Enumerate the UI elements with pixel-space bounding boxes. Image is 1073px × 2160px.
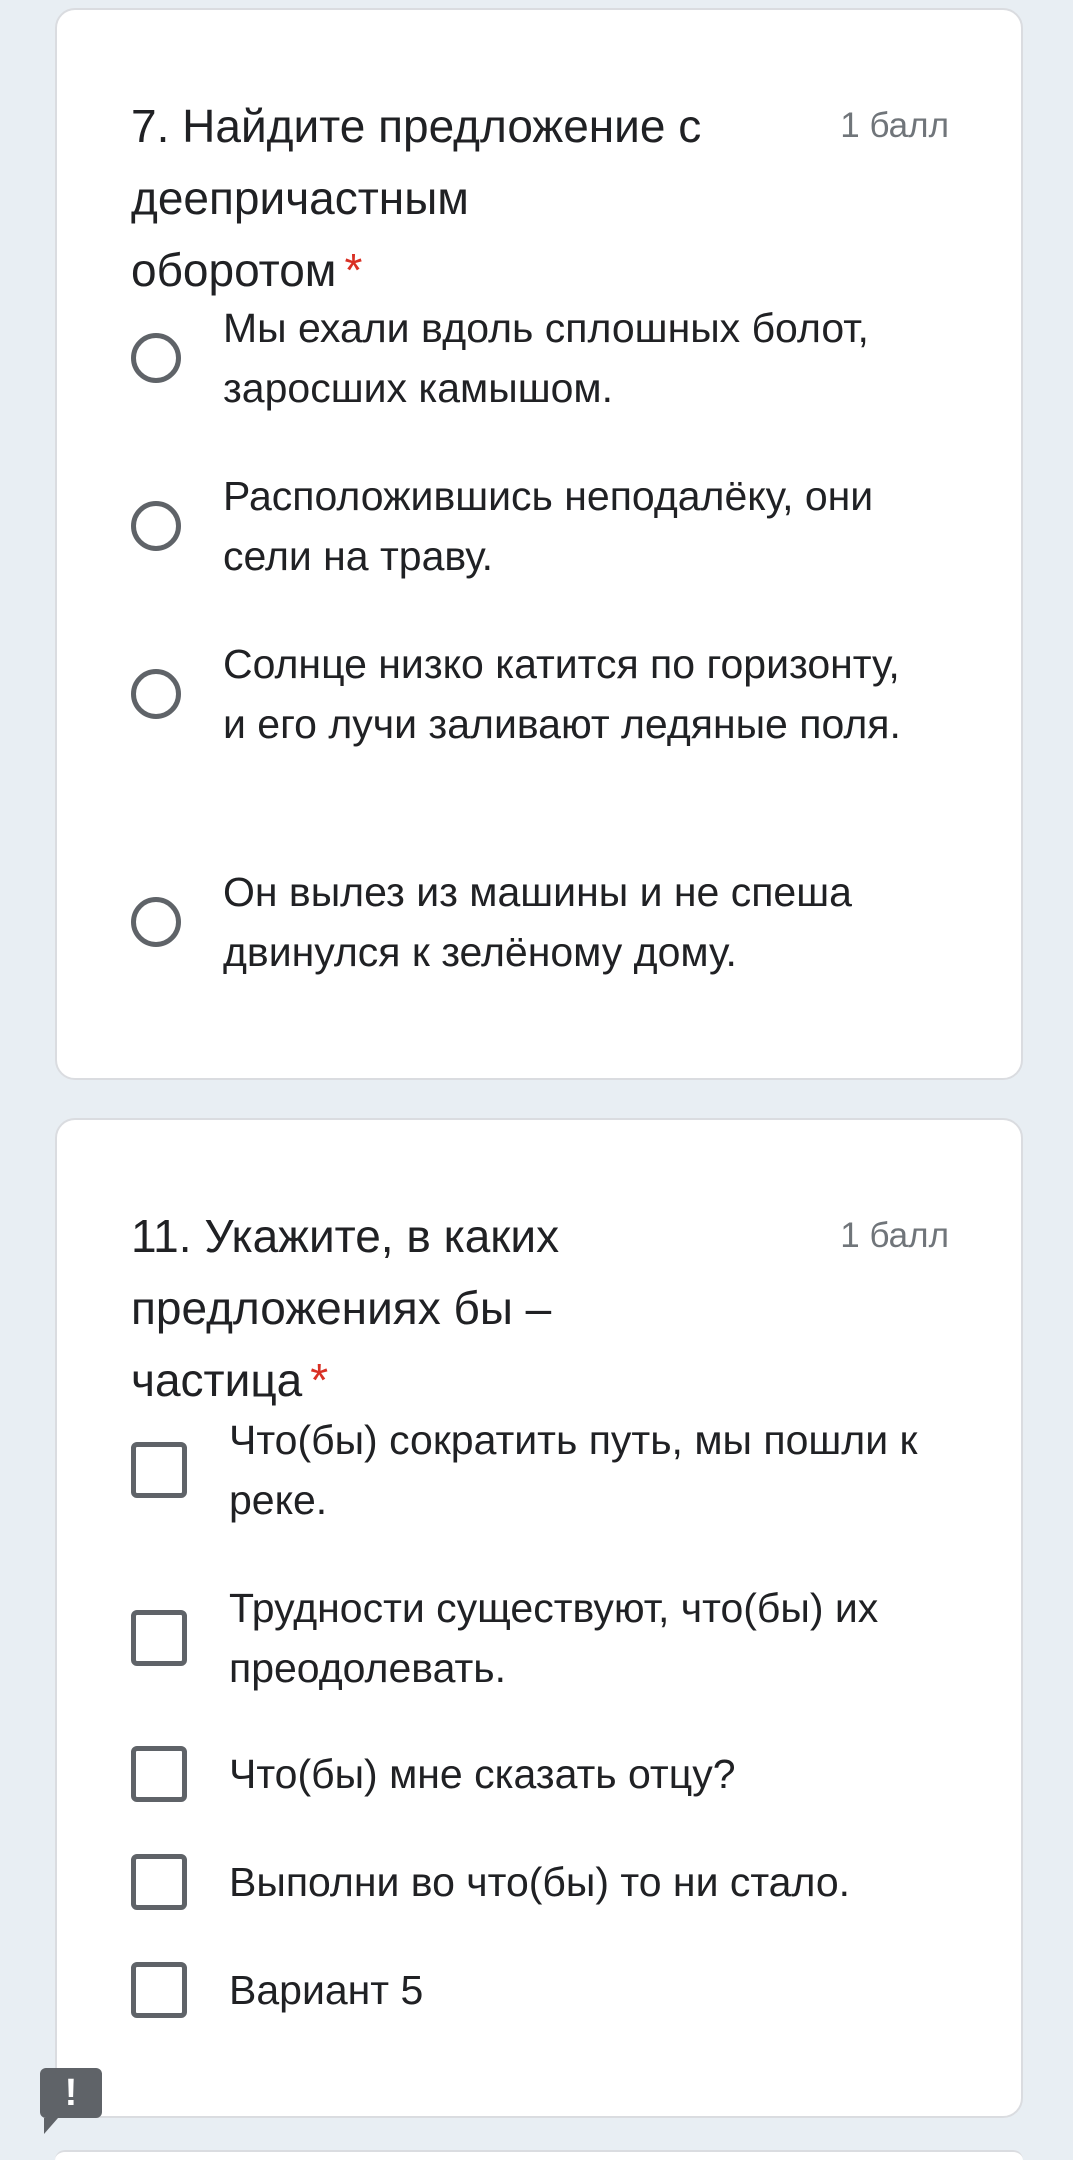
question-title: 11. Укажите, в каких предложениях бы – ч… [131, 1200, 711, 1416]
next-card-edge [55, 2150, 1023, 2160]
option-label: Что(бы) сократить путь, мы пошли к реке. [229, 1417, 918, 1523]
report-feedback-icon[interactable]: ! [40, 2068, 102, 2134]
question-title-text: 11. Укажите, в каких предложениях бы – ч… [131, 1210, 560, 1406]
option-label: Он вылез из машины и не спеша двинулся к… [223, 869, 852, 975]
radio-option[interactable]: Он вылез из машины и не спеша двинулся к… [131, 862, 931, 982]
question-title: 7. Найдите предложение с деепричастным о… [131, 90, 711, 306]
checkbox-option[interactable]: Что(бы) сократить путь, мы пошли к реке. [131, 1410, 931, 1530]
checkbox-icon[interactable] [131, 1746, 187, 1802]
option-label: Выполни во что(бы) то ни стало. [229, 1859, 851, 1905]
radio-option[interactable]: Расположившись неподалёку, они сели на т… [131, 466, 931, 586]
question-card-11: 11. Укажите, в каких предложениях бы – ч… [55, 1118, 1023, 2118]
question-title-text: 7. Найдите предложение с деепричастным о… [131, 100, 702, 296]
option-label: Трудности существуют, что(бы) их преодол… [229, 1585, 879, 1691]
question-points: 1 балл [840, 106, 949, 145]
radio-option[interactable]: Мы ехали вдоль сплошных болот, заросших … [131, 298, 931, 418]
radio-option[interactable]: Солнце низко катится по горизонту, и его… [131, 634, 931, 754]
checkbox-option[interactable]: Вариант 5 [131, 1960, 931, 2020]
checkbox-icon[interactable] [131, 1854, 187, 1910]
question-card-7: 7. Найдите предложение с деепричастным о… [55, 8, 1023, 1080]
radio-button-icon[interactable] [131, 501, 181, 551]
checkbox-icon[interactable] [131, 1962, 187, 2018]
option-label: Расположившись неподалёку, они сели на т… [223, 473, 874, 579]
option-label: Солнце низко катится по горизонту, и его… [223, 641, 901, 747]
question-points: 1 балл [840, 1216, 949, 1255]
option-label: Вариант 5 [229, 1967, 424, 2013]
option-label: Мы ехали вдоль сплошных болот, заросших … [223, 305, 869, 411]
radio-button-icon[interactable] [131, 333, 181, 383]
checkbox-option[interactable]: Трудности существуют, что(бы) их преодол… [131, 1578, 931, 1698]
checkbox-icon[interactable] [131, 1610, 187, 1666]
radio-button-icon[interactable] [131, 669, 181, 719]
checkbox-icon[interactable] [131, 1442, 187, 1498]
checkbox-option[interactable]: Что(бы) мне сказать отцу? [131, 1744, 931, 1804]
required-asterisk: * [310, 1354, 329, 1406]
option-label: Что(бы) мне сказать отцу? [229, 1751, 736, 1797]
radio-button-icon[interactable] [131, 897, 181, 947]
required-asterisk: * [344, 244, 363, 296]
checkbox-option[interactable]: Выполни во что(бы) то ни стало. [131, 1852, 931, 1912]
